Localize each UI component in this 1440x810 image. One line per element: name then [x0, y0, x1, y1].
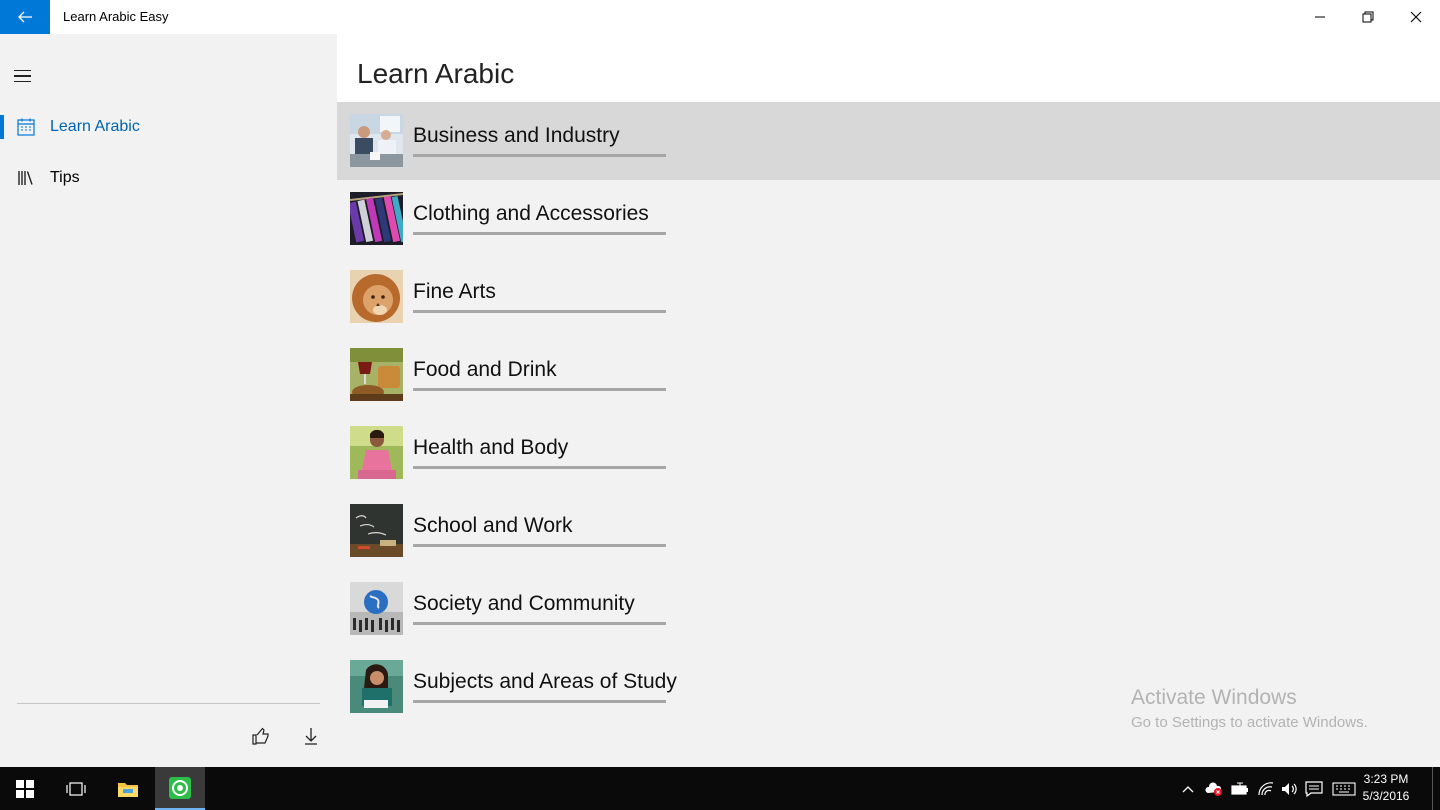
title-bar: Learn Arabic Easy	[0, 0, 1440, 34]
touch-keyboard-button[interactable]	[1330, 767, 1358, 810]
like-button[interactable]	[247, 722, 275, 750]
action-center-icon	[1305, 780, 1323, 797]
library-books-icon	[18, 171, 33, 185]
windows-logo-icon	[16, 779, 34, 798]
category-underline	[413, 154, 666, 157]
battery-tray-button[interactable]	[1228, 767, 1252, 810]
category-label: Society and Community	[413, 592, 635, 615]
wifi-icon	[1258, 781, 1274, 795]
category-underline	[413, 310, 666, 313]
network-tray-button[interactable]	[1254, 767, 1278, 810]
back-button[interactable]	[0, 0, 50, 34]
category-underline	[413, 466, 666, 469]
navigation-pane: Learn Arabic Tips	[0, 34, 337, 767]
taskbar: 3:23 PM 5/3/2016	[0, 767, 1440, 810]
wine-and-bread-thumbnail	[350, 348, 403, 401]
download-icon	[305, 728, 317, 745]
selection-indicator	[0, 115, 4, 139]
volume-icon	[1282, 782, 1297, 795]
page-title: Learn Arabic	[357, 58, 515, 89]
nav-item-label: Learn Arabic	[50, 118, 140, 135]
minimize-button[interactable]	[1296, 0, 1344, 34]
hamburger-menu-button[interactable]	[14, 64, 38, 88]
category-underline	[413, 700, 666, 703]
clock-date: 5/3/2016	[1362, 789, 1410, 803]
chevron-up-icon	[1182, 785, 1194, 792]
show-hidden-icons-button[interactable]	[1176, 767, 1200, 810]
close-icon	[1410, 11, 1422, 23]
minimize-icon	[1315, 16, 1325, 18]
action-center-button[interactable]	[1302, 767, 1326, 810]
category-item-school-and-work[interactable]: School and Work	[337, 492, 1440, 570]
hamburger-icon-line	[14, 80, 31, 83]
business-meeting-thumbnail	[350, 114, 403, 167]
task-view-button[interactable]	[51, 767, 101, 810]
folder-icon	[118, 782, 138, 797]
close-button[interactable]	[1392, 0, 1440, 34]
student-writing-thumbnail	[350, 660, 403, 713]
category-item-clothing-and-accessories[interactable]: Clothing and Accessories	[337, 180, 1440, 258]
file-explorer-button[interactable]	[103, 767, 153, 810]
keyboard-icon	[1332, 781, 1356, 796]
category-underline	[413, 232, 666, 235]
main-content: Learn Arabic Business and Industry Cloth…	[337, 34, 1440, 767]
activate-windows-watermark: Activate Windows Go to Settings to activ…	[1131, 686, 1368, 731]
category-item-food-and-drink[interactable]: Food and Drink	[337, 336, 1440, 414]
category-label: Clothing and Accessories	[413, 202, 649, 225]
category-label: Health and Body	[413, 436, 569, 459]
show-desktop-button[interactable]	[1432, 767, 1440, 810]
category-item-society-and-community[interactable]: Society and Community	[337, 570, 1440, 648]
onedrive-tray-button[interactable]	[1202, 767, 1226, 810]
category-label: Food and Drink	[413, 358, 557, 381]
category-list: Business and Industry Clothing and Acces…	[337, 102, 1440, 726]
arrow-left-icon	[18, 11, 32, 23]
category-item-business-and-industry[interactable]: Business and Industry	[337, 102, 1440, 180]
app-logo-icon	[169, 776, 191, 799]
watermark-subtitle: Go to Settings to activate Windows.	[1131, 714, 1368, 731]
sidebar-divider	[17, 703, 320, 704]
category-label: Business and Industry	[413, 124, 620, 147]
back-to-school-chalkboard-thumbnail	[350, 504, 403, 557]
battery-icon	[1231, 782, 1248, 795]
hamburger-icon-line	[14, 75, 31, 77]
clothes-hangers-thumbnail	[350, 192, 403, 245]
category-label: Subjects and Areas of Study	[413, 670, 677, 693]
lion-painting-thumbnail	[350, 270, 403, 323]
restore-button[interactable]	[1344, 0, 1392, 34]
start-button[interactable]	[0, 767, 50, 810]
restore-icon	[1362, 11, 1374, 23]
page-header: Learn Arabic	[337, 34, 1440, 102]
category-label: School and Work	[413, 514, 573, 537]
woman-on-grass-thumbnail	[350, 426, 403, 479]
volume-tray-button[interactable]	[1278, 767, 1302, 810]
calendar-icon	[17, 118, 35, 136]
taskbar-clock[interactable]: 3:23 PM 5/3/2016	[1362, 771, 1410, 805]
thumbs-up-icon	[252, 727, 269, 745]
onedrive-error-icon	[1205, 781, 1222, 796]
download-button[interactable]	[297, 722, 325, 750]
category-item-health-and-body[interactable]: Health and Body	[337, 414, 1440, 492]
task-view-icon	[66, 781, 86, 796]
category-label: Fine Arts	[413, 280, 496, 303]
nav-item-tips[interactable]: Tips	[0, 155, 337, 201]
clock-time: 3:23 PM	[1363, 772, 1409, 786]
category-underline	[413, 544, 666, 547]
globe-with-people-thumbnail	[350, 582, 403, 635]
hamburger-icon	[14, 69, 31, 72]
watermark-title: Activate Windows	[1131, 686, 1297, 709]
category-item-fine-arts[interactable]: Fine Arts	[337, 258, 1440, 336]
app-title: Learn Arabic Easy	[63, 9, 169, 24]
nav-item-label: Tips	[50, 169, 80, 186]
category-underline	[413, 388, 666, 391]
category-underline	[413, 622, 666, 625]
nav-item-learn-arabic[interactable]: Learn Arabic	[0, 104, 337, 150]
learn-arabic-easy-taskbar-button[interactable]	[155, 767, 205, 810]
